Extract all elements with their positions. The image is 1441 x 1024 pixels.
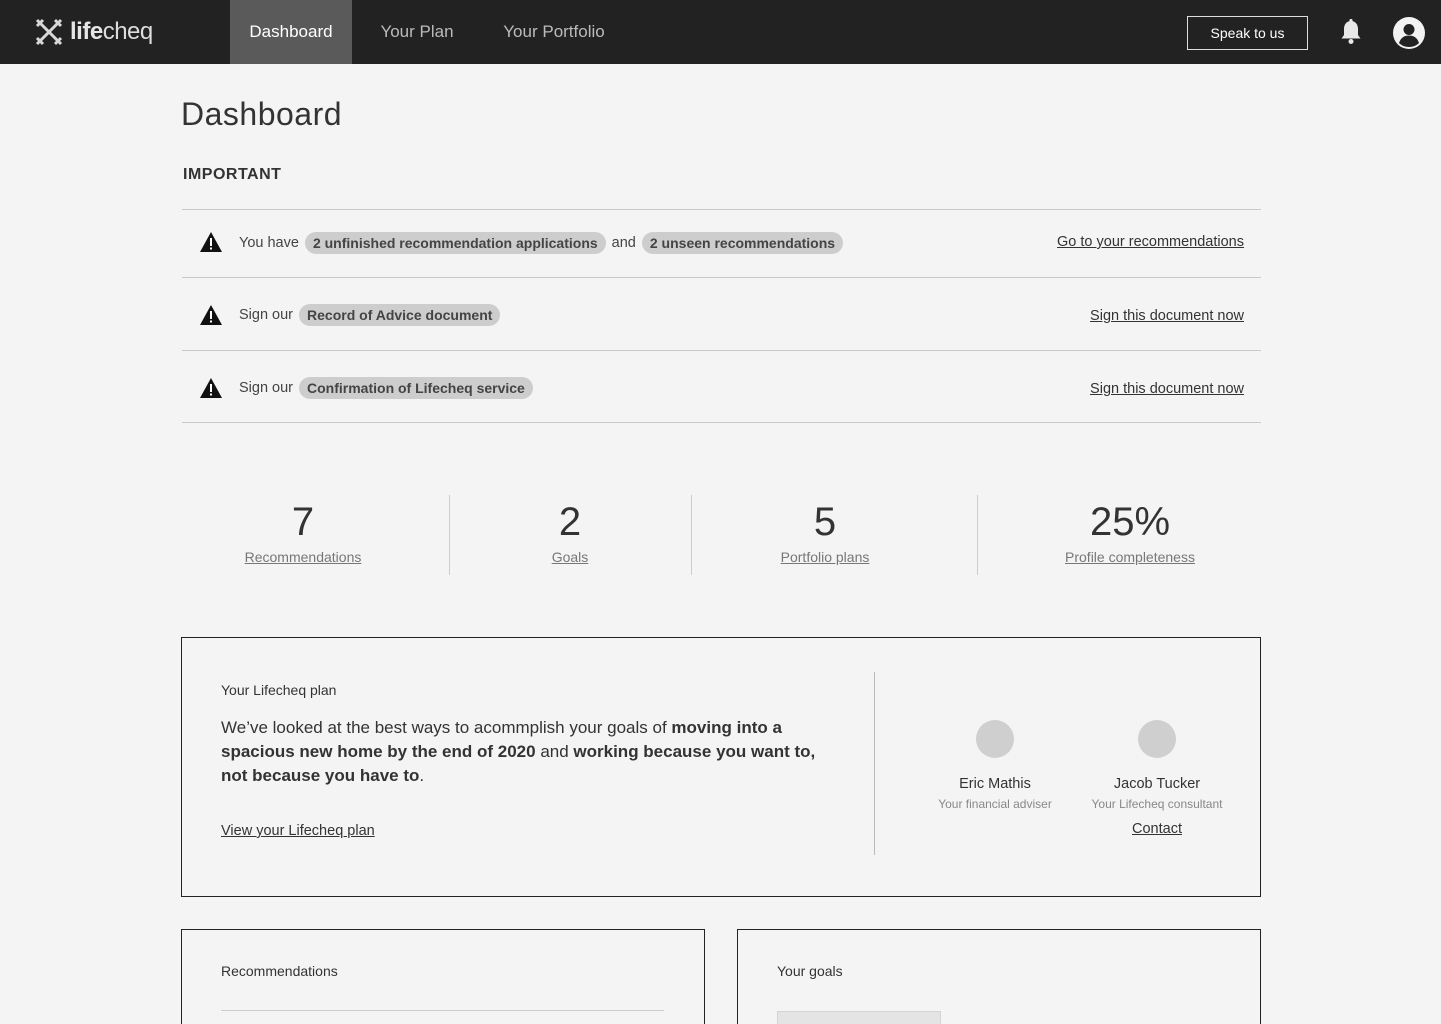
alert-row: Sign our Confirmation of Lifecheq servic…	[182, 350, 1261, 423]
recommendations-card: Recommendations	[181, 929, 705, 1024]
person-role: Your Lifecheq consultant	[1091, 797, 1223, 811]
card-title: Recommendations	[221, 963, 338, 979]
page-title: Dashboard	[181, 96, 343, 132]
stat-goals[interactable]: 2 Goals	[490, 495, 650, 575]
stat-label[interactable]: Profile completeness	[1030, 549, 1230, 565]
consultant-card: Jacob Tucker Your Lifecheq consultant Co…	[1077, 720, 1237, 838]
alert-row: Sign our Record of Advice document Sign …	[182, 277, 1261, 350]
lifecheq-logo[interactable]: lifecheq	[34, 16, 153, 48]
warning-icon	[200, 305, 222, 325]
alert-row: You have 2 unfinished recommendation app…	[182, 209, 1261, 282]
user-circle-icon[interactable]	[1393, 17, 1425, 49]
alert-message: You have 2 unfinished recommendation app…	[239, 232, 849, 254]
plan-heading: Your Lifecheq plan	[221, 682, 337, 698]
sign-confirmation-of-service-link[interactable]: Sign this document now	[1090, 381, 1244, 397]
card-title: Your goals	[777, 963, 843, 979]
stat-portfolio-plans[interactable]: 5 Portfolio plans	[740, 495, 910, 575]
alert-prefix: Sign our	[239, 380, 294, 396]
avatar	[1138, 720, 1176, 758]
stat-value: 5	[813, 500, 837, 544]
divider	[221, 1010, 664, 1011]
warning-icon	[200, 378, 222, 398]
go-to-recommendations-link[interactable]: Go to your recommendations	[1057, 234, 1244, 250]
tab-your-plan[interactable]: Your Plan	[364, 0, 470, 64]
alert-joiner: and	[611, 235, 636, 251]
stat-label[interactable]: Recommendations	[213, 549, 393, 565]
alert-pill-unseen-recommendations: 2 unseen recommendations	[641, 232, 844, 254]
stat-profile-completeness[interactable]: 25% Profile completeness	[1030, 495, 1230, 575]
alert-prefix: Sign our	[239, 307, 294, 323]
avatar	[976, 720, 1014, 758]
stat-label[interactable]: Portfolio plans	[740, 549, 910, 565]
tab-your-portfolio[interactable]: Your Portfolio	[490, 0, 618, 64]
stat-recommendations[interactable]: 7 Recommendations	[213, 495, 393, 575]
person-name: Jacob Tucker	[1113, 776, 1201, 792]
alert-pill-record-of-advice: Record of Advice document	[299, 304, 501, 326]
view-plan-link[interactable]: View your Lifecheq plan	[221, 823, 375, 839]
logo-wordmark: lifecheq	[70, 18, 153, 45]
important-section-label: IMPORTANT	[183, 166, 282, 183]
contact-link[interactable]: Contact	[1132, 821, 1182, 837]
plan-summary: We’ve looked at the best ways to acommpl…	[221, 718, 816, 785]
alert-message: Sign our Record of Advice document	[239, 304, 506, 326]
speak-to-us-button[interactable]: Speak to us	[1187, 16, 1308, 50]
stat-divider	[977, 495, 978, 575]
person-role: Your financial adviser	[938, 797, 1052, 811]
stat-divider	[449, 495, 450, 575]
stat-value: 7	[291, 500, 315, 544]
lifecheq-logo-icon	[35, 18, 63, 46]
tab-dashboard[interactable]: Dashboard	[230, 0, 352, 64]
bell-icon[interactable]	[1339, 19, 1363, 45]
alert-pill-unfinished-applications: 2 unfinished recommendation applications	[304, 232, 606, 254]
stat-divider	[691, 495, 692, 575]
goal-thumbnail[interactable]	[777, 1011, 941, 1024]
stat-value: 25%	[1089, 500, 1171, 544]
alert-prefix: You have	[239, 235, 299, 251]
sign-record-of-advice-link[interactable]: Sign this document now	[1090, 308, 1244, 324]
plan-divider	[874, 672, 875, 855]
alert-pill-confirmation-of-service: Confirmation of Lifecheq service	[299, 377, 533, 399]
goals-card: Your goals	[737, 929, 1261, 1024]
lifecheq-plan-card: Your Lifecheq plan We’ve looked at the b…	[181, 637, 1261, 897]
adviser-card: Eric Mathis Your financial adviser	[915, 720, 1075, 811]
person-name: Eric Mathis	[959, 776, 1031, 792]
alert-message: Sign our Confirmation of Lifecheq servic…	[239, 377, 539, 399]
stat-value: 2	[558, 500, 582, 544]
warning-icon	[200, 232, 222, 252]
stat-label[interactable]: Goals	[490, 549, 650, 565]
top-navbar: lifecheq Dashboard Your Plan Your Portfo…	[0, 0, 1441, 64]
